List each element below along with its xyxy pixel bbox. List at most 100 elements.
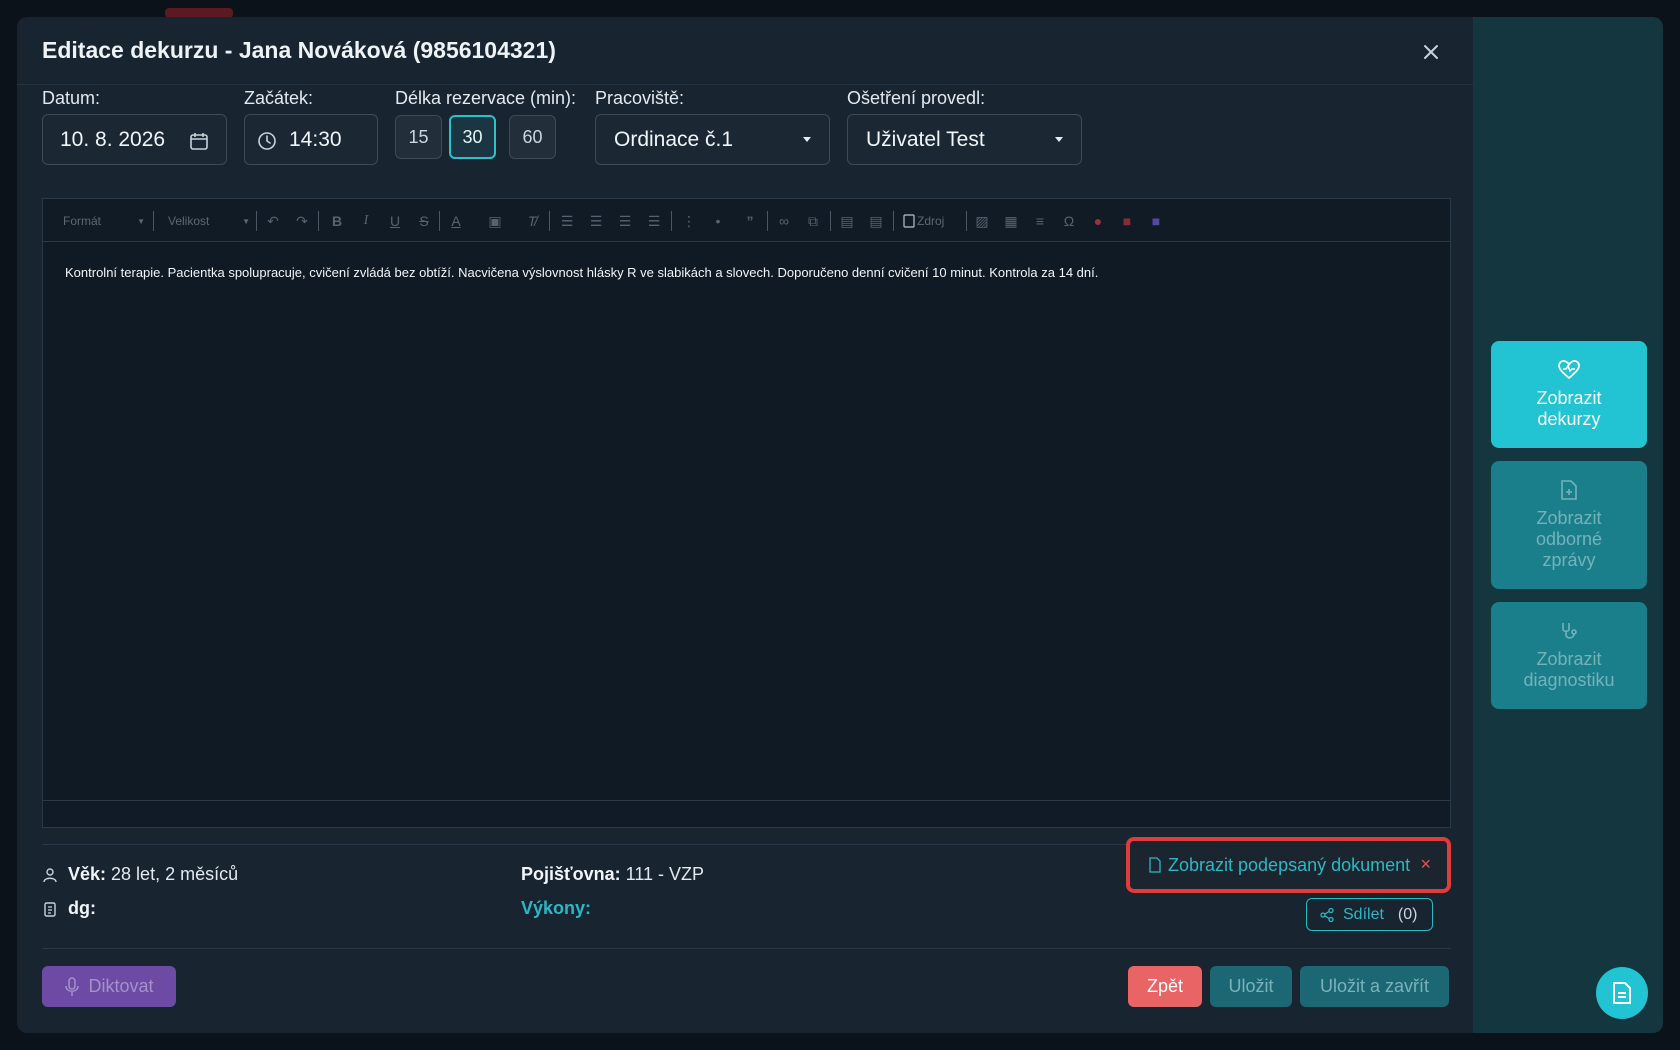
- start-time-value: 14:30: [289, 127, 342, 151]
- document-fab-button[interactable]: [1596, 967, 1648, 1019]
- image-icon[interactable]: ▨: [972, 211, 992, 231]
- align-center-icon[interactable]: ☰: [586, 211, 606, 231]
- clock-icon: [258, 132, 276, 150]
- age-row: Věk: 28 let, 2 měsíců: [42, 864, 238, 885]
- workplace-value: Ordinace č.1: [614, 127, 734, 151]
- special-character-icon[interactable]: Ω: [1059, 211, 1079, 231]
- performer-value: Uživatel Test: [866, 127, 985, 151]
- show-reports-button[interactable]: Zobrazit odborné zprávy: [1491, 461, 1647, 589]
- insurer-label: Pojišťovna:: [521, 864, 621, 884]
- source-label[interactable]: Zdroj: [909, 209, 944, 233]
- toolbar-divider: [153, 211, 154, 231]
- speech-bubble-icon[interactable]: ●: [1088, 211, 1108, 231]
- show-dekurzy-button[interactable]: Zobrazit dekurzy: [1491, 341, 1647, 448]
- start-time-input[interactable]: 14:30: [244, 114, 378, 165]
- link-icon[interactable]: ∞: [774, 211, 794, 231]
- performer-label: Ošetření provedl:: [847, 88, 986, 108]
- horizontal-rule-icon[interactable]: ≡: [1030, 211, 1050, 231]
- save-button[interactable]: Uložit: [1210, 966, 1292, 1007]
- bullet-list-icon[interactable]: •: [708, 211, 728, 231]
- text-color-icon[interactable]: A: [446, 211, 466, 231]
- toolbar-divider: [966, 211, 967, 231]
- insurer-row: Pojišťovna: 111 - VZP: [521, 864, 704, 885]
- signed-document-highlight: Zobrazit podepsaný dokument ×: [1126, 837, 1451, 893]
- dictate-label: Diktovat: [88, 976, 154, 996]
- format-combo-label: Formát: [63, 214, 102, 228]
- duration-30-button[interactable]: 30: [449, 115, 496, 159]
- toolbar-divider: [549, 211, 550, 231]
- card-label-line: Zobrazit: [1536, 507, 1602, 528]
- align-left-icon[interactable]: ☰: [557, 211, 577, 231]
- stethoscope-icon: [1562, 622, 1577, 639]
- workplace-label: Pracoviště:: [595, 88, 685, 108]
- plugin-icon[interactable]: ■: [1146, 211, 1166, 231]
- dictate-button[interactable]: Diktovat: [42, 966, 176, 1007]
- toolbar-divider: [318, 211, 319, 231]
- format-combo[interactable]: Formát ▼: [51, 209, 149, 233]
- dg-label: dg:: [68, 898, 96, 918]
- unlink-icon[interactable]: ⧉: [803, 211, 823, 231]
- show-diagnostics-button[interactable]: Zobrazit diagnostiku: [1491, 602, 1647, 709]
- editor-status-bar: [43, 800, 1450, 827]
- age-value: 28 let, 2 měsíců: [111, 864, 239, 884]
- chevron-down-icon: [803, 137, 811, 142]
- table-icon[interactable]: ▦: [1001, 211, 1021, 231]
- share-icon: [1320, 907, 1334, 922]
- document-icon: [1613, 982, 1631, 1004]
- size-combo[interactable]: Velikost ▼: [156, 209, 254, 233]
- paste-text-icon[interactable]: ▤: [866, 211, 886, 231]
- person-icon: [43, 867, 57, 882]
- dialog-header: Editace dekurzu - Jana Nováková (9856104…: [17, 17, 1473, 85]
- rich-text-editor[interactable]: Formát ▼ Velikost ▼ ↶ ↷ B I U S A ▣ T̸ ☰…: [42, 198, 1451, 828]
- document-plus-icon: [1561, 479, 1577, 500]
- bold-icon[interactable]: B: [327, 211, 347, 231]
- date-value: 10. 8. 2026: [60, 127, 166, 151]
- italic-icon[interactable]: I: [356, 211, 376, 231]
- duration-15-button[interactable]: 15: [395, 115, 442, 159]
- numbered-list-icon[interactable]: ⋮: [679, 211, 699, 231]
- editor-content[interactable]: Kontrolní terapie. Pacientka spolupracuj…: [65, 265, 1098, 280]
- paste-icon[interactable]: ▤: [837, 211, 857, 231]
- signed-document-label: Zobrazit podepsaný dokument: [1168, 854, 1411, 875]
- toolbar-divider: [439, 211, 440, 231]
- undo-icon[interactable]: ↶: [263, 211, 283, 231]
- remove-format-icon[interactable]: T̸: [522, 211, 542, 231]
- underline-icon[interactable]: U: [385, 211, 405, 231]
- date-input[interactable]: 10. 8. 2026: [42, 114, 227, 165]
- blockquote-icon[interactable]: ”: [740, 211, 760, 231]
- remove-signed-document-icon[interactable]: ×: [1420, 854, 1431, 875]
- card-label-line: Zobrazit: [1536, 648, 1602, 669]
- redo-icon[interactable]: ↷: [292, 211, 312, 231]
- editor-toolbar: Formát ▼ Velikost ▼ ↶ ↷ B I U S A ▣ T̸ ☰…: [43, 199, 1450, 242]
- clipboard-icon: [44, 901, 56, 917]
- save-and-close-button[interactable]: Uložit a zavřít: [1300, 966, 1449, 1007]
- vykony-label[interactable]: Výkony:: [521, 898, 591, 919]
- card-label-line: Zobrazit: [1536, 387, 1602, 408]
- close-button[interactable]: [1416, 37, 1446, 67]
- chevron-down-icon: ▼: [242, 216, 250, 226]
- align-right-icon[interactable]: ☰: [615, 211, 635, 231]
- card-label-line: dekurzy: [1537, 408, 1601, 429]
- performer-select[interactable]: Uživatel Test: [847, 114, 1082, 165]
- insurer-value: 111 - VZP: [625, 864, 705, 884]
- close-icon: [1424, 45, 1438, 59]
- size-combo-label: Velikost: [168, 214, 210, 228]
- workplace-select[interactable]: Ordinace č.1: [595, 114, 830, 165]
- back-button[interactable]: Zpět: [1128, 966, 1202, 1007]
- duration-60-button[interactable]: 60: [509, 115, 556, 159]
- file-icon: [1149, 857, 1161, 873]
- toolbar-divider: [671, 211, 672, 231]
- share-label: Sdílet: [1343, 905, 1384, 923]
- calendar-icon[interactable]: [189, 131, 209, 151]
- align-justify-icon[interactable]: ☰: [644, 211, 664, 231]
- chevron-down-icon: [1055, 137, 1063, 142]
- share-button[interactable]: Sdílet (0): [1306, 898, 1433, 931]
- vykony-row[interactable]: Výkony:: [521, 898, 591, 919]
- document-red-icon[interactable]: ■: [1117, 211, 1137, 231]
- date-label: Datum:: [42, 88, 101, 108]
- strikethrough-icon[interactable]: S: [414, 211, 434, 231]
- card-label-line: odborné: [1535, 528, 1603, 549]
- show-signed-document-link[interactable]: Zobrazit podepsaný dokument: [1148, 855, 1410, 876]
- background-color-icon[interactable]: ▣: [485, 211, 505, 231]
- start-label: Začátek:: [244, 88, 314, 108]
